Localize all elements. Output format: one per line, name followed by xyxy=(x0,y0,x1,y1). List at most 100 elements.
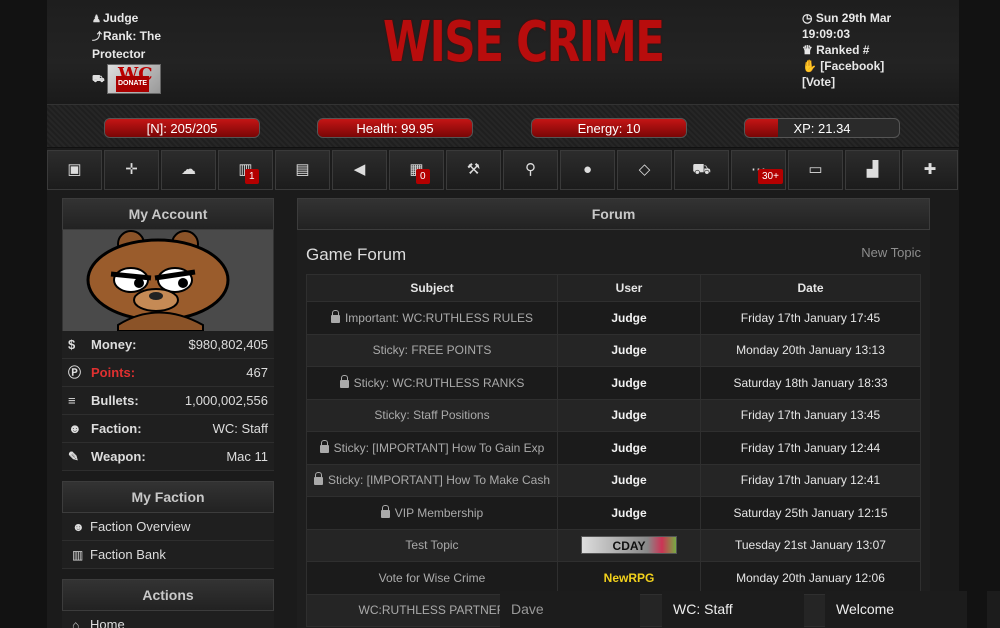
my-faction-panel: My Faction ☻ Faction Overview ▥ Faction Ban… xyxy=(62,481,274,569)
account-row-label[interactable]: Bullets: xyxy=(91,387,139,414)
topic-subject[interactable]: Test Topic xyxy=(405,538,458,552)
forum-row[interactable]: Important: WC:RUTHLESS RULES Judge Friday … xyxy=(306,301,921,335)
forum-row[interactable]: Sticky: Staff Positions Judge Friday 17th … xyxy=(306,398,921,432)
forum-row[interactable]: Sticky: [IMPORTANT] How To Make Cash Judg… xyxy=(306,463,921,497)
topic-subject[interactable]: VIP Membership xyxy=(395,506,483,520)
topic-date: Friday 17th January 12:44 xyxy=(740,440,881,455)
nav-button-globe[interactable]: ● xyxy=(560,150,615,190)
action-links: ⌂ Home xyxy=(62,611,274,628)
topic-subject[interactable]: Sticky: [IMPORTANT] How To Gain Exp xyxy=(334,441,545,455)
avatar[interactable] xyxy=(62,230,274,331)
nav-button-money[interactable]: ▣ xyxy=(47,150,102,190)
bear-avatar-image xyxy=(63,230,273,331)
topic-user[interactable]: Judge xyxy=(611,506,646,520)
account-row-weapon: ✎ Weapon: Mac 11 xyxy=(62,443,274,471)
topic-user[interactable]: Judge xyxy=(611,311,646,325)
account-row-label[interactable]: Faction: xyxy=(91,415,142,442)
main-nav: ▣ ✛ ☁ ▥1 ▤ ◀ ▦0 ⚒ ⚲ ● ◇ ⛟ ⋯30+ ▭ ▟ ✚ xyxy=(47,150,959,190)
nav-button-megaphone[interactable]: ◀ xyxy=(332,150,387,190)
my-account-panel: My Account $ Money: $980,802,405 Ⓟ Points: 46… xyxy=(62,198,274,471)
account-row-label[interactable]: Money: xyxy=(91,331,137,358)
forum-row[interactable]: Sticky: [IMPORTANT] How To Gain Exp Judge… xyxy=(306,431,921,465)
user-cell: CDAY xyxy=(557,528,701,562)
energy-bar[interactable]: Energy: 10 xyxy=(531,118,687,138)
nerve-bar[interactable]: [N]: 205/205 xyxy=(104,118,260,138)
nav-button-inbox[interactable]: ▦0 xyxy=(389,150,444,190)
topic-subject[interactable]: Sticky: Staff Positions xyxy=(374,408,489,422)
nav-button-factory[interactable]: ▟ xyxy=(845,150,900,190)
date-cell: Monday 20th January 13:13 xyxy=(700,333,921,367)
site-logo[interactable]: WISE CRIME xyxy=(383,10,665,75)
topic-subject[interactable]: Sticky: [IMPORTANT] How To Make Cash xyxy=(328,473,550,487)
nav-button-id-card[interactable]: ▭ xyxy=(788,150,843,190)
topic-date: Friday 17th January 13:45 xyxy=(740,408,881,423)
topic-user[interactable]: Judge xyxy=(611,343,646,357)
chat-tab-label: Dave xyxy=(511,601,544,617)
topic-user[interactable]: Judge xyxy=(611,441,646,455)
chat-tab-dave[interactable]: Dave xyxy=(500,591,640,628)
nav-button-chat[interactable]: ☁ xyxy=(161,150,216,190)
topic-user[interactable]: NewRPG xyxy=(604,571,655,585)
topic-subject[interactable]: Sticky: FREE POINTS xyxy=(373,343,492,357)
username[interactable]: Judge xyxy=(103,11,138,25)
forum-row[interactable]: Sticky: WC:RUTHLESS RANKS Judge Saturday 1… xyxy=(306,366,921,400)
nav-button-save[interactable]: ▤ xyxy=(275,150,330,190)
nav-button-crosshair[interactable]: ✛ xyxy=(104,150,159,190)
health-bar[interactable]: Health: 99.95 xyxy=(317,118,473,138)
nav-button-events[interactable]: ⋯30+ xyxy=(731,150,786,190)
donate-button[interactable]: WC DONATE xyxy=(107,64,161,94)
topic-subject[interactable]: Sticky: WC:RUTHLESS RANKS xyxy=(354,376,525,390)
forum-row[interactable]: Test Topic CDAY Tuesday 21st January 13:07 xyxy=(306,528,921,562)
topic-date: Friday 17th January 17:45 xyxy=(740,310,881,325)
forum-row[interactable]: VIP Membership Judge Saturday 25th January… xyxy=(306,496,921,530)
xp-bar[interactable]: XP: 21.34 xyxy=(744,118,900,138)
nav-button-search[interactable]: ⚲ xyxy=(503,150,558,190)
nav-badge: 1 xyxy=(245,169,259,184)
user-cell: Judge xyxy=(557,496,701,530)
topic-user[interactable]: Judge xyxy=(611,408,646,422)
vote-link[interactable]: [Vote] xyxy=(802,75,835,89)
nav-button-gavel[interactable]: ⚒ xyxy=(446,150,501,190)
faction-link-faction-bank[interactable]: ▥ Faction Bank xyxy=(62,541,274,569)
forum-row[interactable]: Sticky: FREE POINTS Judge Monday 20th Janu… xyxy=(306,333,921,367)
nav-button-jail[interactable]: ▥1 xyxy=(218,150,273,190)
user-info: ♟ Judge ⤴Rank: The Protector ⛟ WC DONATE xyxy=(92,10,161,94)
nav-button-gift[interactable]: ✚ xyxy=(902,150,958,190)
account-row-value: $980,802,405 xyxy=(188,337,268,352)
account-row-money: $ Money: $980,802,405 xyxy=(62,331,274,359)
search-icon: ⚲ xyxy=(525,161,536,178)
page-wrapper: ♟ Judge ⤴Rank: The Protector ⛟ WC DONATE WI… xyxy=(47,0,959,628)
faction-link-faction-overview[interactable]: ☻ Faction Overview xyxy=(62,513,274,541)
lock-icon xyxy=(330,309,340,323)
chat-tab-welcome[interactable]: Welcome xyxy=(825,591,967,628)
date-cell: Friday 17th January 17:45 xyxy=(700,301,921,335)
new-topic-link[interactable]: New Topic xyxy=(861,245,921,260)
chat-tab-more[interactable] xyxy=(987,591,1000,628)
link-label: Faction Overview xyxy=(90,519,191,534)
nav-button-diamond[interactable]: ◇ xyxy=(617,150,672,190)
donate-label: DONATE xyxy=(116,76,150,92)
topic-subject[interactable]: Important: WC:RUTHLESS RULES xyxy=(345,311,533,325)
chat-tab-wc-staff[interactable]: WC: Staff xyxy=(662,591,804,628)
nav-button-car[interactable]: ⛟ xyxy=(674,150,729,190)
user-cell: Judge xyxy=(557,431,701,465)
bank-icon: ▥ xyxy=(72,548,84,562)
topic-subject[interactable]: Vote for Wise Crime xyxy=(379,571,486,585)
topic-user[interactable]: Judge xyxy=(611,473,646,487)
account-row-label[interactable]: Points: xyxy=(91,359,135,386)
account-stats: $ Money: $980,802,405 Ⓟ Points: 467 ≡ Bullets: 1… xyxy=(62,331,274,471)
account-row-value: Mac 11 xyxy=(226,449,268,464)
forum-row[interactable]: Vote for Wise Crime NewRPG Monday 20th Jan… xyxy=(306,561,921,595)
topic-subject[interactable]: WC:RUTHLESS PARTNER xyxy=(359,603,506,617)
header: ♟ Judge ⤴Rank: The Protector ⛟ WC DONATE WI… xyxy=(47,0,959,104)
user-header: User xyxy=(557,274,701,302)
topic-date: Friday 17th January 12:41 xyxy=(740,473,881,488)
rank-line2: Protector xyxy=(92,47,146,61)
lock-icon xyxy=(313,472,323,486)
topic-user[interactable]: Judge xyxy=(611,376,646,390)
forum-header-row: Subject User Date xyxy=(306,274,921,302)
actions-link-home[interactable]: ⌂ Home xyxy=(62,611,274,628)
user-banner[interactable]: CDAY xyxy=(581,536,677,555)
facebook-link[interactable]: [Facebook] xyxy=(820,59,884,73)
account-row-label[interactable]: Weapon: xyxy=(91,443,146,470)
